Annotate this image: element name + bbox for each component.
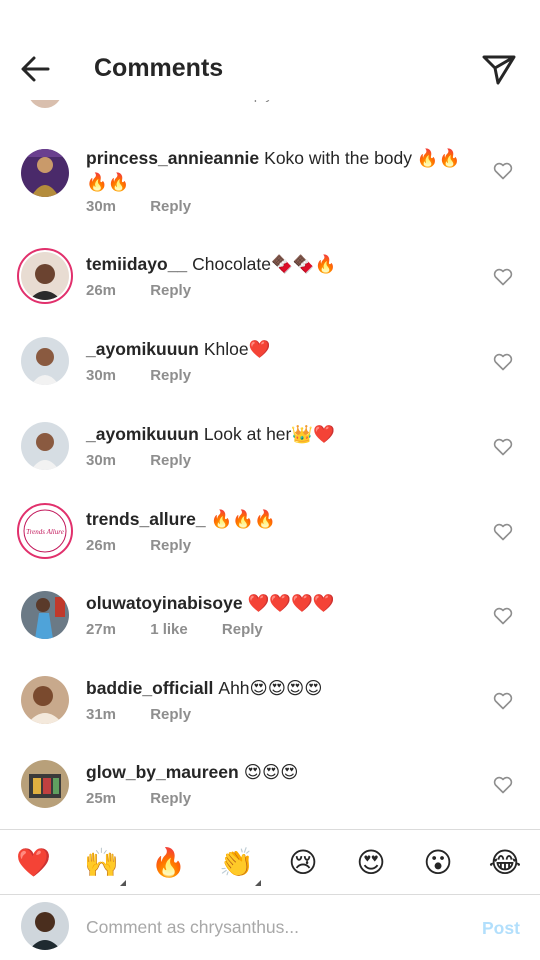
comment-text: oluwatoyinabisoye ❤️❤️❤️❤️: [86, 591, 470, 615]
like-heart-icon[interactable]: [493, 523, 513, 541]
comment-body: 🔥🔥🔥: [210, 509, 277, 529]
paper-plane-icon[interactable]: [480, 50, 518, 88]
skin-tone-indicator: [120, 880, 126, 886]
avatar[interactable]: [21, 760, 69, 808]
comment-text: temiidayo__ Chocolate🍫🍫🔥: [86, 252, 470, 276]
heart-reaction-button[interactable]: ❤️: [16, 846, 51, 880]
like-heart-icon[interactable]: [493, 162, 513, 180]
comment-meta: 30m Reply: [86, 198, 221, 215]
comment-username[interactable]: oluwatoyinabisoye: [86, 593, 243, 613]
comment-text: princess_annieannie Koko with the body 🔥🔥…: [86, 146, 470, 194]
comment-time: 30m: [86, 452, 117, 469]
comment-body: Chocolate🍫🍫🔥: [192, 254, 337, 274]
comment-time: 30m: [86, 367, 117, 384]
post-button[interactable]: Post: [482, 918, 520, 939]
comment-item: Trends Allure trends_allure_ 🔥🔥🔥 26m Repl…: [0, 503, 540, 591]
like-heart-icon[interactable]: [493, 438, 513, 456]
comment-text: glow_by_maureen 😍😍😍: [86, 760, 470, 784]
comment-body: Khloe❤️: [203, 339, 271, 359]
like-heart-icon[interactable]: [493, 353, 513, 371]
like-heart-icon[interactable]: [493, 776, 513, 794]
emoji-reaction-bar: ❤️ 🙌 🔥 👏 😢 😍 😮 😂: [0, 830, 540, 894]
comment-time: 25m: [86, 790, 117, 807]
comment-item: temiidayo__ Chocolate🍫🍫🔥 26m Reply: [0, 248, 540, 336]
comment-meta: 26m Reply: [86, 282, 221, 299]
surprised-reaction-button[interactable]: 😮: [421, 846, 455, 880]
comment-meta: 31m Reply: [86, 706, 221, 723]
avatar[interactable]: [21, 422, 69, 470]
comment-time: 26m: [86, 537, 117, 554]
page-title: Comments: [94, 54, 224, 82]
comment-composer: Post: [0, 894, 540, 960]
skin-tone-indicator: [255, 880, 261, 886]
comment-item: _ayomikuuun Khloe❤️ 30m Reply: [0, 337, 540, 421]
avatar[interactable]: Trends Allure: [17, 503, 73, 559]
comment-item: _ayomikuuun Look at her👑❤️ 30m Reply: [0, 422, 540, 506]
comment-item: baddie_officiall Ahh😍😍😍😍 31m Reply: [0, 676, 540, 760]
comment-username[interactable]: _ayomikuuun: [86, 424, 199, 444]
crying-reaction-button[interactable]: 😢: [286, 846, 320, 880]
comment-meta: 25m Reply: [86, 790, 221, 807]
comment-meta: 26m Reply: [86, 537, 221, 554]
reply-button[interactable]: Reply: [150, 282, 191, 299]
reply-button[interactable]: Reply: [150, 790, 191, 807]
heart-eyes-reaction-button[interactable]: 😍: [354, 846, 388, 880]
avatar[interactable]: [17, 248, 73, 304]
comment-body: 😍😍😍: [243, 762, 299, 782]
like-heart-icon[interactable]: [493, 692, 513, 710]
comment-text: trends_allure_ 🔥🔥🔥: [86, 507, 470, 531]
comment-item: oluwatoyinabisoye ❤️❤️❤️❤️ 27m 1 like Rep…: [0, 591, 540, 675]
comment-time: 26m: [86, 282, 117, 299]
avatar[interactable]: [21, 676, 69, 724]
like-heart-icon[interactable]: [493, 607, 513, 625]
comment-time: 27m: [86, 621, 117, 638]
comment-username[interactable]: princess_annieannie: [86, 148, 259, 168]
comment-meta: 27m 1 like Reply: [86, 621, 293, 638]
laughing-reaction-button[interactable]: 😂: [488, 846, 522, 880]
comment-username[interactable]: glow_by_maureen: [86, 762, 239, 782]
reply-button[interactable]: Reply: [150, 706, 191, 723]
comment-text: _ayomikuuun Khloe❤️: [86, 337, 470, 361]
fire-reaction-button[interactable]: 🔥: [151, 846, 186, 880]
comment-likes[interactable]: 1 like: [150, 621, 188, 638]
comment-text: _ayomikuuun Look at her👑❤️: [86, 422, 470, 446]
comment-meta: 30m Reply: [86, 367, 221, 384]
comment-username[interactable]: trends_allure_: [86, 509, 206, 529]
reply-button[interactable]: Reply: [150, 198, 191, 215]
reply-button[interactable]: Reply: [222, 621, 263, 638]
comment-meta: 30m Reply: [86, 452, 221, 469]
header-bar: Comments: [0, 0, 540, 100]
reply-button[interactable]: Reply: [150, 537, 191, 554]
comment-time: 31m: [86, 706, 117, 723]
avatar[interactable]: [21, 337, 69, 385]
comment-body: Ahh😍😍😍😍: [218, 678, 323, 698]
raised-hands-reaction-button[interactable]: 🙌: [84, 846, 126, 886]
like-heart-icon[interactable]: [493, 268, 513, 286]
clap-emoji: 👏: [219, 847, 254, 878]
current-user-avatar[interactable]: [21, 902, 69, 950]
comment-username[interactable]: _ayomikuuun: [86, 339, 199, 359]
raised-hands-emoji: 🙌: [84, 847, 119, 878]
clap-reaction-button[interactable]: 👏: [219, 846, 261, 886]
comment-item: princess_annieannie Koko with the body 🔥🔥…: [0, 146, 540, 230]
comment-text: baddie_officiall Ahh😍😍😍😍: [86, 676, 470, 700]
comment-body: Look at her👑❤️: [203, 424, 335, 444]
comment-time: 30m: [86, 198, 117, 215]
reply-button[interactable]: Reply: [150, 452, 191, 469]
comment-username[interactable]: baddie_officiall: [86, 678, 213, 698]
avatar-logo-text: Trends Allure: [26, 528, 64, 536]
comment-username[interactable]: temiidayo__: [86, 254, 187, 274]
avatar[interactable]: [21, 591, 69, 639]
comment-input[interactable]: [86, 912, 446, 942]
comment-body: ❤️❤️❤️❤️: [247, 593, 335, 613]
arrow-left-icon[interactable]: [18, 52, 56, 86]
avatar[interactable]: [21, 149, 69, 197]
reply-button[interactable]: Reply: [150, 367, 191, 384]
